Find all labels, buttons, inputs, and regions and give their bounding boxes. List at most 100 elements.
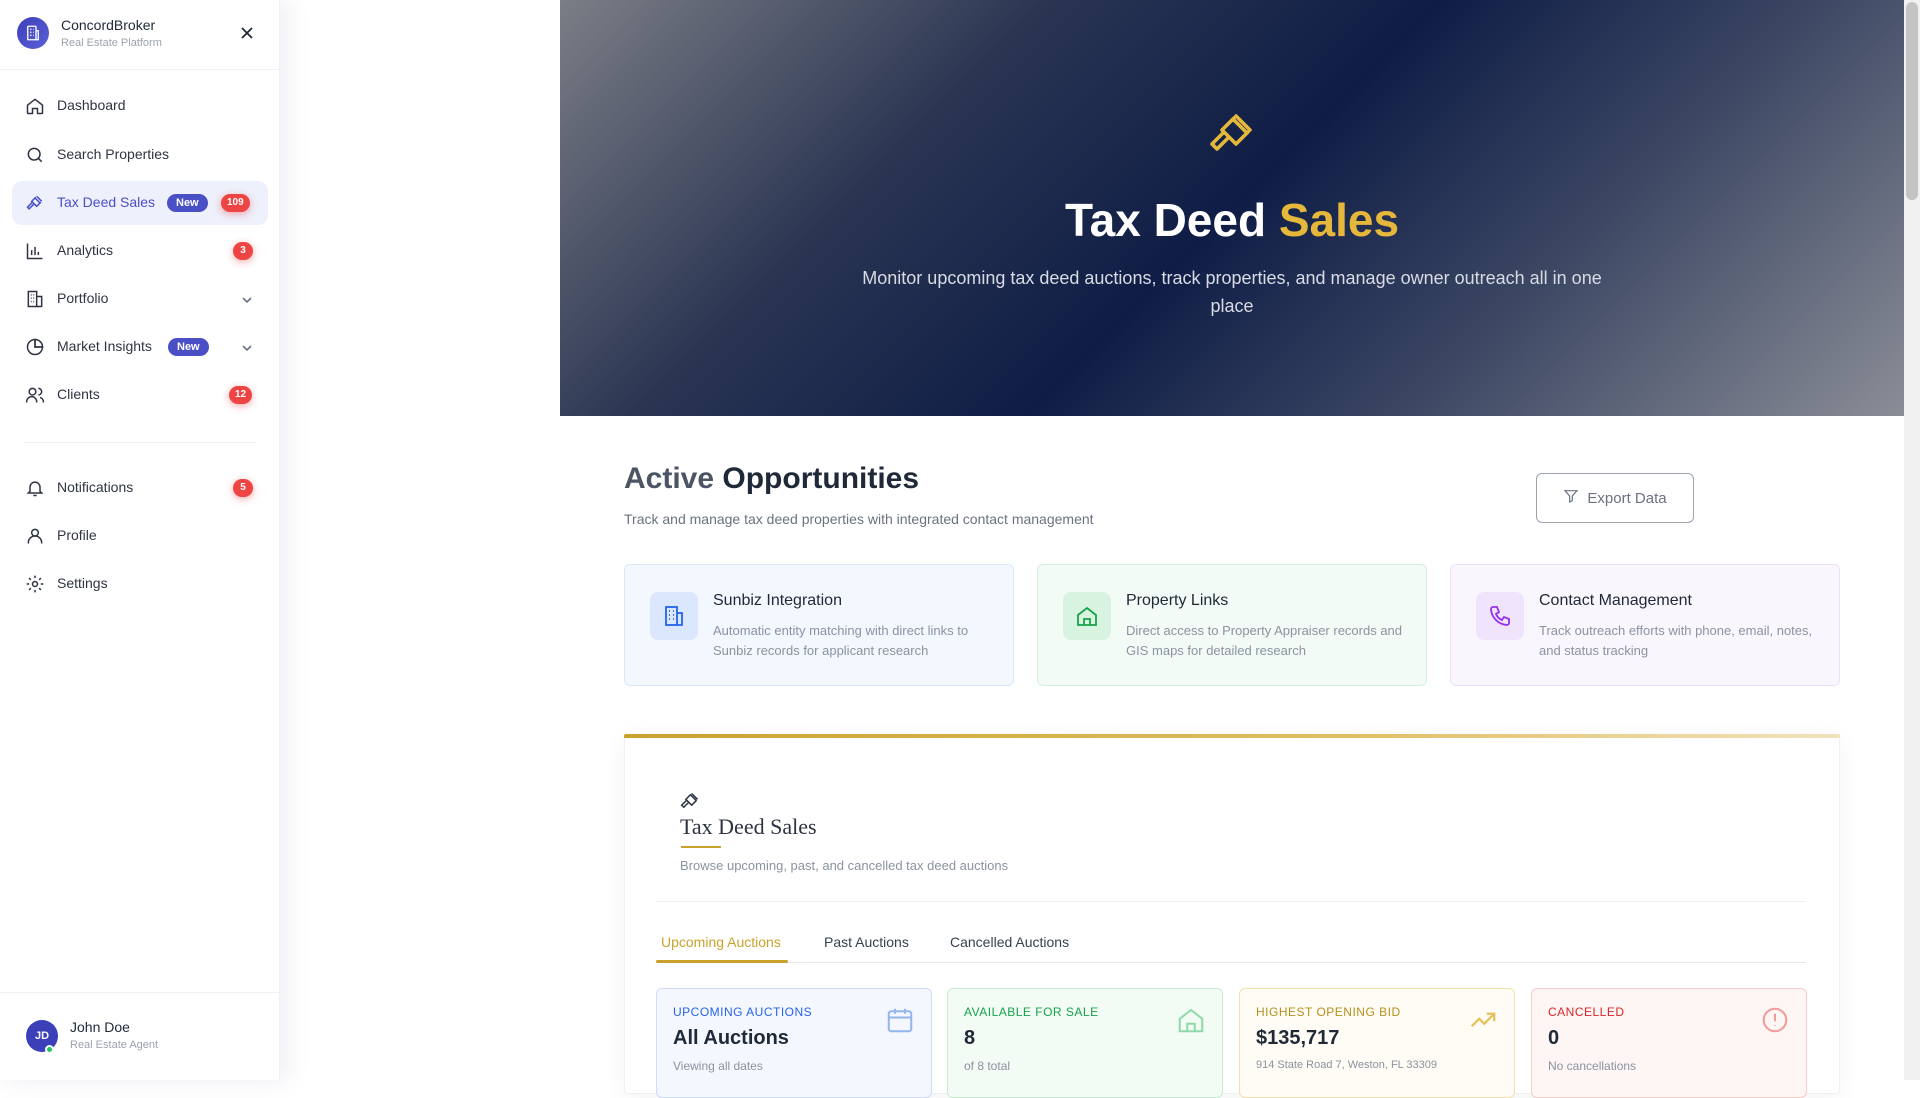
feature-title: Property Links: [1126, 592, 1229, 609]
sidebar-item-label: Dashboard: [57, 97, 126, 113]
stat-card-cancelled: CANCELLED 0 No cancellations: [1531, 988, 1807, 1098]
sidebar-item-label: Search Properties: [57, 146, 170, 162]
alert-circle-icon: [1760, 1005, 1790, 1035]
section-title: Active Opportunities: [624, 462, 919, 496]
sidebar-item-label: Clients: [57, 386, 100, 402]
sidebar: ConcordBroker Real Estate Platform Dashb…: [0, 0, 280, 1080]
brand-name: ConcordBroker: [61, 17, 156, 33]
panel-title: Tax Deed Sales: [680, 814, 817, 839]
panel-title-underline: [681, 846, 721, 848]
building-icon: [25, 289, 45, 309]
stat-label: CANCELLED: [1548, 1005, 1625, 1019]
export-data-label: Export Data: [1587, 489, 1667, 507]
sidebar-item-analytics[interactable]: Analytics 3: [12, 229, 268, 273]
count-badge: 109: [221, 194, 250, 212]
gavel-icon: [680, 791, 700, 811]
feature-title: Sunbiz Integration: [713, 592, 842, 609]
search-icon: [25, 145, 45, 165]
hero-title: Tax Deed Sales: [560, 193, 1904, 247]
stat-note: Viewing all dates: [673, 1059, 763, 1073]
hero-subtitle: Monitor upcoming tax deed auctions, trac…: [862, 268, 1602, 316]
sidebar-item-settings[interactable]: Settings: [12, 562, 268, 606]
brand-header: ConcordBroker Real Estate Platform: [0, 0, 280, 70]
stat-value: 8: [964, 1027, 976, 1049]
brand-subtitle: Real Estate Platform: [61, 37, 162, 49]
feature-description: Automatic entity matching with direct li…: [713, 623, 969, 658]
users-icon: [25, 385, 45, 405]
stat-label: AVAILABLE FOR SALE: [964, 1005, 1099, 1019]
stat-note: 914 State Road 7, Weston, FL 33309: [1256, 1059, 1438, 1071]
close-icon[interactable]: [239, 25, 255, 41]
stat-note: of 8 total: [964, 1059, 1011, 1073]
sidebar-item-label: Analytics: [57, 242, 114, 258]
sidebar-item-tax-deed-sales[interactable]: Tax Deed Sales New 109: [12, 181, 268, 225]
panel-subtitle: Browse upcoming, past, and cancelled tax…: [680, 858, 1009, 873]
online-status-dot: [45, 1045, 54, 1054]
sidebar-item-portfolio[interactable]: Portfolio: [12, 277, 268, 321]
tab-cancelled-auctions[interactable]: Cancelled Auctions: [950, 934, 1069, 950]
scrollbar-thumb[interactable]: [1906, 2, 1918, 200]
panel-divider: [656, 901, 1806, 902]
user-role: Real Estate Agent: [70, 1039, 159, 1051]
export-data-button[interactable]: Export Data: [1536, 473, 1694, 523]
trending-up-icon: [1468, 1005, 1498, 1035]
feature-card-property-links: Property Links Direct access to Property…: [1037, 564, 1427, 686]
sidebar-item-label: Profile: [57, 527, 97, 543]
section-subtitle: Track and manage tax deed properties wit…: [624, 511, 1094, 527]
bar-chart-icon: [25, 241, 45, 261]
count-badge: 3: [233, 242, 253, 260]
tab-upcoming-auctions[interactable]: Upcoming Auctions: [661, 934, 781, 950]
stat-card-upcoming-auctions: UPCOMING AUCTIONS All Auctions Viewing a…: [656, 988, 932, 1098]
stat-value: $135,717: [1256, 1027, 1340, 1049]
hero-title-accent: Sales: [1278, 194, 1400, 246]
pie-chart-icon: [25, 337, 45, 357]
building-icon: [650, 592, 698, 640]
sidebar-item-profile[interactable]: Profile: [12, 514, 268, 558]
calendar-icon: [885, 1005, 915, 1035]
stat-value: 0: [1548, 1027, 1560, 1049]
building-logo-icon: [17, 17, 49, 49]
panel-accent-bar: [624, 734, 1840, 738]
gear-icon: [25, 574, 45, 594]
bell-icon: [25, 478, 45, 498]
chevron-down-icon[interactable]: [241, 341, 253, 353]
stat-card-available-for-sale: AVAILABLE FOR SALE 8 of 8 total: [947, 988, 1223, 1098]
stat-card-highest-opening-bid: HIGHEST OPENING BID $135,717 914 State R…: [1239, 988, 1515, 1098]
sidebar-divider: [24, 442, 256, 443]
filter-icon: [1563, 488, 1579, 508]
section-title-strong: Opportunities: [722, 462, 920, 495]
user-name: John Doe: [70, 1019, 130, 1035]
new-badge: New: [168, 338, 209, 356]
stat-note: No cancellations: [1548, 1059, 1637, 1073]
feature-description: Direct access to Property Appraiser reco…: [1126, 623, 1403, 658]
feature-card-contact-management: Contact Management Track outreach effort…: [1450, 564, 1840, 686]
home-icon: [1176, 1005, 1206, 1035]
phone-icon: [1476, 592, 1524, 640]
chevron-down-icon[interactable]: [241, 293, 253, 305]
home-icon: [25, 96, 45, 116]
user-card[interactable]: JD John Doe Real Estate Agent: [0, 992, 280, 1080]
tab-past-auctions[interactable]: Past Auctions: [824, 934, 909, 950]
sidebar-item-label: Settings: [57, 575, 108, 591]
sidebar-item-search-properties[interactable]: Search Properties: [12, 133, 268, 177]
hero-title-main: Tax Deed: [1064, 194, 1267, 246]
sidebar-item-label: Tax Deed Sales: [57, 194, 156, 210]
sidebar-item-label: Notifications: [57, 479, 134, 495]
home-icon: [1063, 592, 1111, 640]
active-tab-indicator: [656, 960, 788, 963]
sidebar-item-dashboard[interactable]: Dashboard: [12, 84, 268, 128]
feature-title: Contact Management: [1539, 592, 1692, 609]
gavel-icon: [25, 193, 45, 213]
new-badge: New: [167, 194, 208, 212]
sidebar-item-label: Portfolio: [57, 290, 109, 306]
feature-card-sunbiz: Sunbiz Integration Automatic entity matc…: [624, 564, 1014, 686]
sidebar-item-clients[interactable]: Clients 12: [12, 373, 268, 417]
tabs-baseline: [656, 962, 1806, 963]
count-badge: 5: [233, 479, 253, 497]
sidebar-item-market-insights[interactable]: Market Insights New: [12, 325, 268, 369]
sidebar-item-notifications[interactable]: Notifications 5: [12, 466, 268, 510]
feature-description: Track outreach efforts with phone, email…: [1539, 623, 1813, 658]
count-badge: 12: [229, 386, 253, 404]
stat-label: UPCOMING AUCTIONS: [673, 1005, 813, 1019]
gavel-icon: [1208, 110, 1256, 158]
